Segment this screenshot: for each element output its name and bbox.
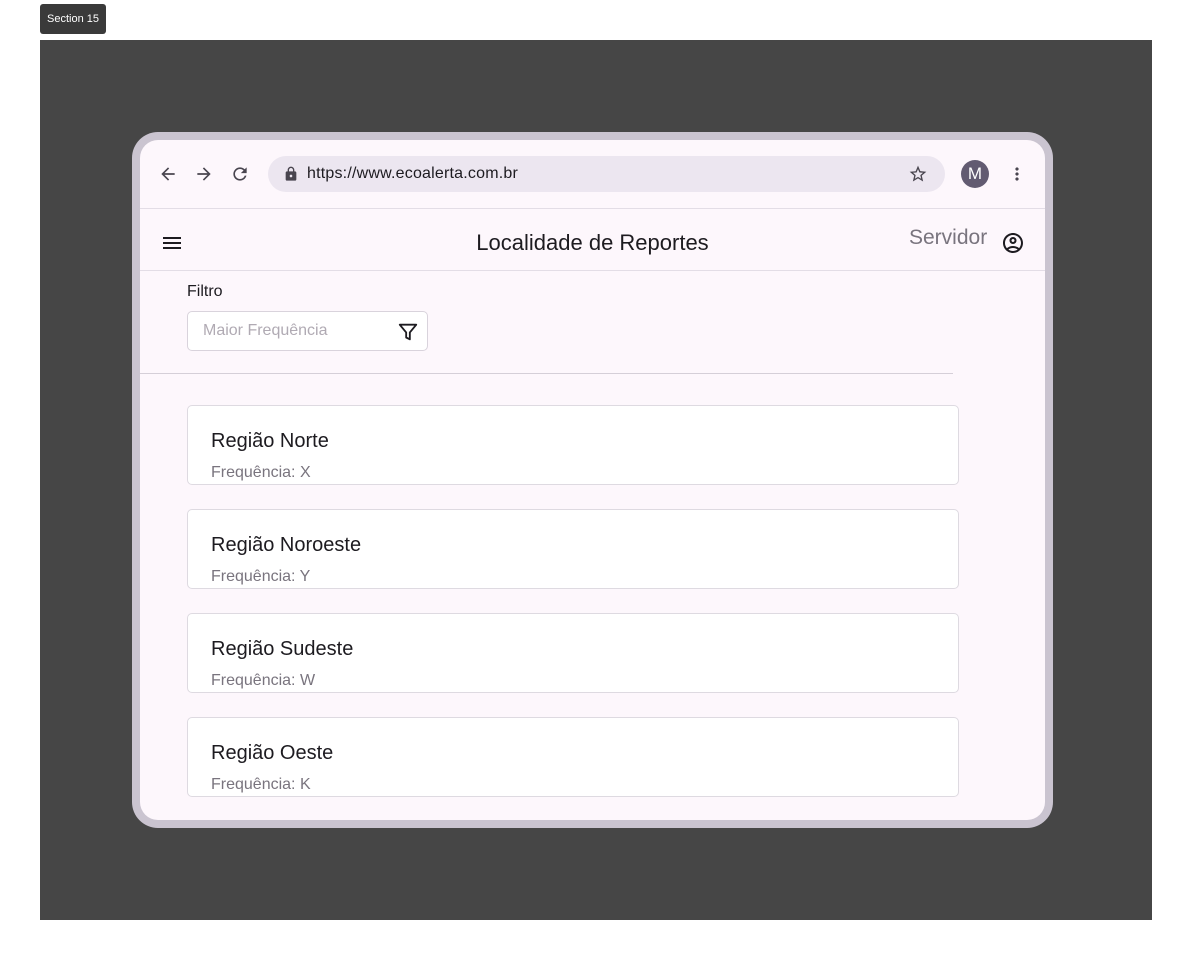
region-name: Região Norte (211, 430, 329, 452)
filter-field[interactable] (187, 311, 428, 351)
avatar-initial: M (967, 164, 983, 183)
filter-icon[interactable] (397, 321, 419, 343)
region-frequency: Frequência: X (211, 464, 311, 481)
region-frequency: Frequência: W (211, 672, 316, 689)
star-icon[interactable] (908, 164, 928, 189)
region-frequency: Frequência: K (211, 776, 311, 793)
back-arrow-icon[interactable] (156, 162, 180, 186)
filter-label: Filtro (187, 283, 223, 300)
section-label: Section 15 (40, 4, 106, 34)
region-name: Região Sudeste (211, 638, 354, 660)
url-text[interactable]: https://www.ecoalerta.com.br (307, 156, 518, 192)
account-circle-icon[interactable] (1001, 231, 1025, 255)
region-card[interactable]: Região Sudeste Frequência: W (187, 613, 959, 693)
more-vert-icon[interactable] (1005, 162, 1029, 186)
app-bar: Localidade de Reportes Servidor (140, 209, 1045, 271)
address-bar[interactable]: https://www.ecoalerta.com.br (268, 156, 945, 192)
region-name: Região Oeste (211, 742, 334, 764)
region-name: Região Noroeste (211, 534, 362, 556)
divider (140, 373, 953, 374)
reload-icon[interactable] (228, 162, 252, 186)
user-role-label: Servidor (909, 226, 988, 249)
region-card[interactable]: Região Noroeste Frequência: Y (187, 509, 959, 589)
region-card[interactable]: Região Norte Frequência: X (187, 405, 959, 485)
tablet-device: https://www.ecoalerta.com.br M Localidad… (132, 132, 1053, 828)
forward-arrow-icon[interactable] (192, 162, 216, 186)
browser-toolbar: https://www.ecoalerta.com.br M (140, 140, 1045, 209)
lock-icon (283, 166, 299, 187)
profile-avatar[interactable]: M (961, 160, 989, 188)
browser-window: https://www.ecoalerta.com.br M Localidad… (140, 140, 1045, 820)
region-card[interactable]: Região Oeste Frequência: K (187, 717, 959, 797)
filter-input[interactable] (203, 312, 383, 350)
region-frequency: Frequência: Y (211, 568, 311, 585)
